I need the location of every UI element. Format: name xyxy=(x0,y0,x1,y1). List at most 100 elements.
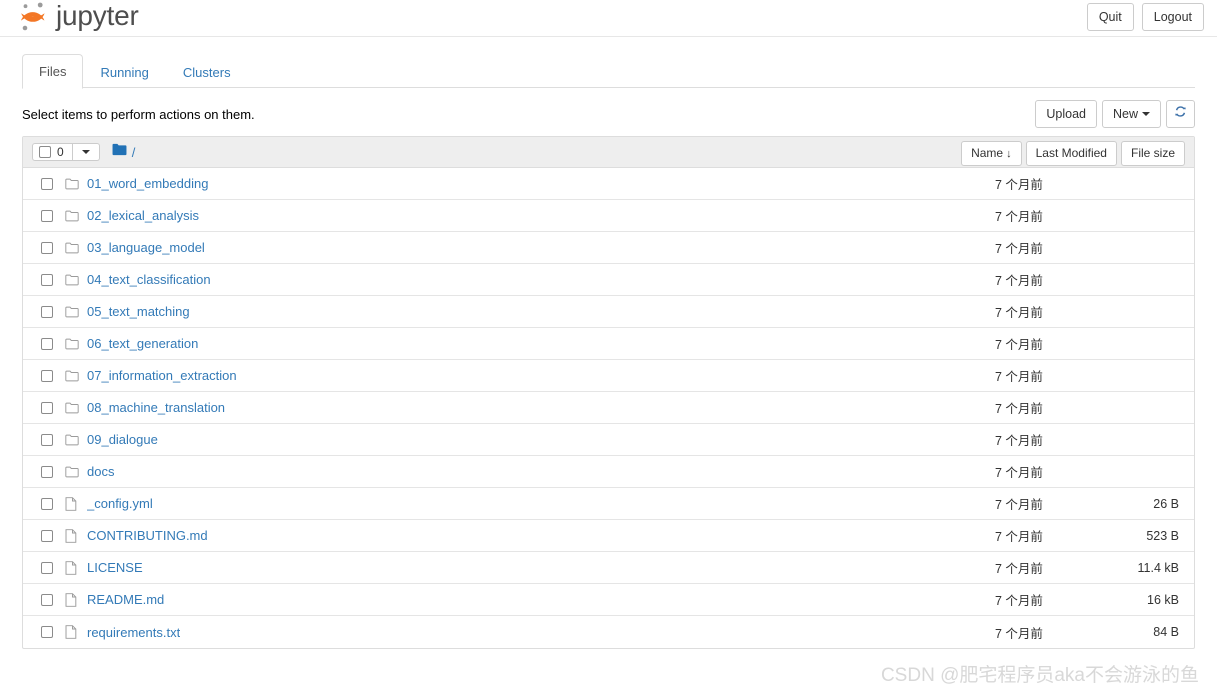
table-row[interactable]: 03_language_model 7 个月前 xyxy=(23,232,1194,264)
select-all-checkbox[interactable] xyxy=(39,146,51,158)
tab-bar-wrap: Files Running Clusters xyxy=(0,53,1217,89)
row-checkbox[interactable] xyxy=(41,561,53,574)
folder-icon xyxy=(65,272,79,288)
table-row[interactable]: 05_text_matching 7 个月前 xyxy=(23,296,1194,328)
chevron-down-icon xyxy=(1142,112,1150,117)
row-checkbox[interactable] xyxy=(41,497,53,510)
file-name-link[interactable]: _config.yml xyxy=(87,496,153,511)
row-checkbox[interactable] xyxy=(41,305,53,318)
row-checkbox[interactable] xyxy=(41,369,53,382)
logout-button[interactable]: Logout xyxy=(1141,3,1204,32)
table-row[interactable]: _config.yml 7 个月前 26 B xyxy=(23,488,1194,520)
table-row[interactable]: CONTRIBUTING.md 7 个月前 523 B xyxy=(23,520,1194,552)
file-name-link[interactable]: 08_machine_translation xyxy=(87,400,225,415)
folder-icon xyxy=(65,240,79,256)
tab-clusters[interactable]: Clusters xyxy=(166,55,248,89)
refresh-icon xyxy=(1174,105,1187,123)
table-row[interactable]: 04_text_classification 7 个月前 xyxy=(23,264,1194,296)
file-list-toolbar: 0 / Name ↓ Last Modified File size xyxy=(23,137,1194,168)
row-checkbox[interactable] xyxy=(41,401,53,414)
table-row[interactable]: README.md 7 个月前 16 kB xyxy=(23,584,1194,616)
row-checkbox[interactable] xyxy=(41,273,53,286)
table-row[interactable]: requirements.txt 7 个月前 84 B xyxy=(23,616,1194,648)
sort-descending-arrow-icon: ↓ xyxy=(1006,148,1012,160)
file-size-value: 16 kB xyxy=(1147,592,1179,607)
action-bar: Select items to perform actions on them.… xyxy=(22,100,1195,130)
row-checkbox[interactable] xyxy=(41,433,53,446)
file-icon xyxy=(65,496,79,512)
file-size-value: 26 B xyxy=(1153,496,1179,511)
jupyter-logo-icon xyxy=(18,1,48,33)
last-modified-value: 7 个月前 xyxy=(995,562,1043,576)
folder-icon xyxy=(65,400,79,416)
file-name-link[interactable]: CONTRIBUTING.md xyxy=(87,528,208,543)
file-list-panel: 0 / Name ↓ Last Modified File size 01_wor… xyxy=(22,136,1195,649)
row-checkbox[interactable] xyxy=(41,241,53,254)
tab-bar: Files Running Clusters xyxy=(22,53,1195,89)
row-checkbox[interactable] xyxy=(41,529,53,542)
table-row[interactable]: 01_word_embedding 7 个月前 xyxy=(23,168,1194,200)
sort-by-name-button[interactable]: Name ↓ xyxy=(961,141,1022,167)
watermark: CSDN @肥宅程序员aka不会游泳的鱼 xyxy=(880,665,1199,686)
file-name-link[interactable]: 01_word_embedding xyxy=(87,176,208,191)
tab-files[interactable]: Files xyxy=(22,53,84,89)
breadcrumb-root-link[interactable]: / xyxy=(132,145,136,160)
row-checkbox[interactable] xyxy=(41,465,53,478)
file-name-link[interactable]: 04_text_classification xyxy=(87,272,211,287)
sort-controls: Name ↓ Last Modified File size xyxy=(961,141,1185,167)
file-name-link[interactable]: 07_information_extraction xyxy=(87,368,237,383)
jupyter-brand[interactable]: jupyter xyxy=(18,1,139,33)
file-name-link[interactable]: requirements.txt xyxy=(87,625,180,640)
new-dropdown-button[interactable]: New xyxy=(1101,100,1161,128)
row-checkbox[interactable] xyxy=(41,337,53,350)
new-label: New xyxy=(1112,106,1138,121)
folder-icon xyxy=(65,336,79,352)
upload-button[interactable]: Upload xyxy=(1035,100,1097,128)
folder-icon xyxy=(65,304,79,320)
header-actions: Quit Logout xyxy=(1086,3,1204,32)
last-modified-value: 7 个月前 xyxy=(995,338,1043,352)
row-checkbox[interactable] xyxy=(41,177,53,190)
breadcrumb: / xyxy=(112,143,136,161)
file-name-link[interactable]: 03_language_model xyxy=(87,240,205,255)
table-row[interactable]: 08_machine_translation 7 个月前 xyxy=(23,392,1194,424)
sort-by-last-modified-button[interactable]: Last Modified xyxy=(1025,141,1117,167)
table-row[interactable]: docs 7 个月前 xyxy=(23,456,1194,488)
selection-dropdown-button[interactable] xyxy=(72,143,100,161)
app-header: jupyter Quit Logout xyxy=(0,0,1217,37)
sort-by-file-size-button[interactable]: File size xyxy=(1120,141,1185,167)
file-name-link[interactable]: 05_text_matching xyxy=(87,304,190,319)
file-size-value: 84 B xyxy=(1153,625,1179,639)
file-name-link[interactable]: README.md xyxy=(87,592,164,607)
chevron-down-icon xyxy=(81,150,90,154)
tab-running[interactable]: Running xyxy=(83,55,165,89)
file-name-link[interactable]: 06_text_generation xyxy=(87,336,198,351)
last-modified-value: 7 个月前 xyxy=(995,530,1043,544)
file-name-link[interactable]: LICENSE xyxy=(87,560,143,575)
file-name-link[interactable]: 09_dialogue xyxy=(87,432,158,447)
last-modified-value: 7 个月前 xyxy=(995,242,1043,256)
last-modified-value: 7 个月前 xyxy=(995,306,1043,320)
row-checkbox[interactable] xyxy=(41,593,53,606)
table-row[interactable]: 02_lexical_analysis 7 个月前 xyxy=(23,200,1194,232)
row-checkbox[interactable] xyxy=(41,209,53,222)
folder-icon xyxy=(65,464,79,480)
select-items-hint: Select items to perform actions on them. xyxy=(22,107,255,122)
table-row[interactable]: 09_dialogue 7 个月前 xyxy=(23,424,1194,456)
file-name-link[interactable]: docs xyxy=(87,464,114,479)
last-modified-value: 7 个月前 xyxy=(995,402,1043,416)
last-modified-value: 7 个月前 xyxy=(995,626,1043,641)
file-size-value: 523 B xyxy=(1146,528,1179,543)
brand-title: jupyter xyxy=(56,0,139,31)
table-row[interactable]: 06_text_generation 7 个月前 xyxy=(23,328,1194,360)
table-row[interactable]: 07_information_extraction 7 个月前 xyxy=(23,360,1194,392)
row-checkbox[interactable] xyxy=(41,626,53,638)
table-row[interactable]: LICENSE 7 个月前 11.4 kB xyxy=(23,552,1194,584)
refresh-button[interactable] xyxy=(1166,100,1195,128)
select-all-control[interactable]: 0 xyxy=(32,143,73,161)
quit-button[interactable]: Quit xyxy=(1086,3,1134,32)
last-modified-value: 7 个月前 xyxy=(995,498,1043,512)
selected-count: 0 xyxy=(57,145,64,159)
file-name-link[interactable]: 02_lexical_analysis xyxy=(87,208,199,223)
file-icon xyxy=(65,528,79,544)
